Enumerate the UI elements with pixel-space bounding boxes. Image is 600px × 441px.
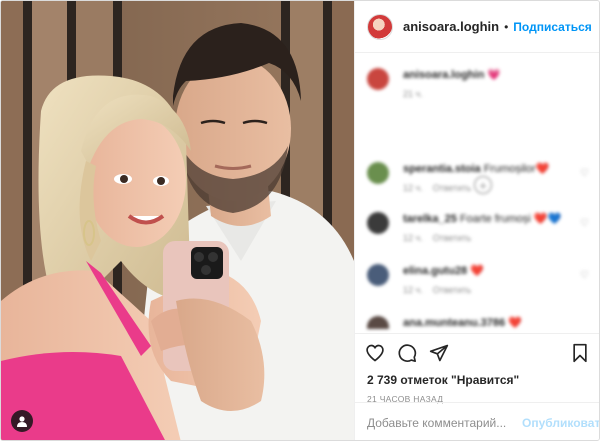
comment-like-icon[interactable]: ♡: [580, 168, 589, 179]
avatar[interactable]: [367, 162, 389, 184]
comment-emoji: ❤️💙: [533, 213, 562, 225]
author-username[interactable]: anisoara.loghin: [403, 19, 499, 34]
comment-username[interactable]: sperantia.stoia: [403, 163, 481, 175]
avatar[interactable]: [367, 68, 389, 90]
comment-text: Frumoșilor: [483, 163, 536, 175]
tagged-people-icon[interactable]: [11, 410, 33, 432]
comment-emoji: ❤️: [535, 163, 550, 175]
comment-time: 12 ч.: [403, 183, 423, 193]
avatar[interactable]: [367, 316, 389, 329]
comments-list[interactable]: anisoara.loghin 💗 21 ч. + sperantia.stoi…: [355, 54, 599, 329]
comment-input[interactable]: [367, 415, 522, 430]
comment-item: tarelka_25 Foarte frumoși ❤️💙 12 ч. Отве…: [367, 212, 589, 243]
comment-like-icon[interactable]: ♡: [580, 218, 589, 229]
paper-plane-icon[interactable]: [429, 340, 455, 366]
comment-time: 12 ч.: [403, 285, 423, 295]
avatar[interactable]: [367, 264, 389, 286]
reply-button[interactable]: Ответить: [433, 233, 471, 243]
bookmark-icon[interactable]: [563, 340, 589, 366]
reply-button[interactable]: Ответить: [433, 183, 471, 193]
likes-count[interactable]: 2 739 отметок "Нравится": [365, 373, 589, 387]
post-photo[interactable]: [1, 1, 354, 440]
comment-username[interactable]: tarelka_25: [403, 213, 457, 225]
comment-time: 21 ч.: [403, 89, 423, 99]
follow-button[interactable]: Подписаться: [513, 20, 591, 34]
comment-icon[interactable]: [397, 340, 423, 366]
post-side-panel: anisoara.loghin • Подписаться anisoara.l…: [354, 1, 599, 440]
add-comment-form: Опубликовать: [355, 402, 599, 440]
comment-username[interactable]: anisoara.loghin: [403, 69, 484, 81]
comment-time: 12 ч.: [403, 233, 423, 243]
instagram-post: anisoara.loghin • Подписаться anisoara.l…: [0, 0, 600, 441]
avatar[interactable]: [367, 212, 389, 234]
separator-dot: •: [504, 19, 509, 34]
comment-emoji: 💗: [487, 69, 502, 81]
publish-button[interactable]: Опубликовать: [522, 416, 599, 430]
comment-emoji: ❤️: [508, 317, 522, 329]
post-header: anisoara.loghin • Подписаться: [355, 1, 599, 53]
couple-selfie-image: [1, 1, 354, 440]
comment-emoji: ❤️: [470, 265, 484, 277]
comment-item: ana.munteanu.3786 ❤️: [367, 316, 589, 329]
person-icon: [17, 416, 27, 427]
comment-like-icon[interactable]: ♡: [580, 270, 589, 281]
comment-item: elina.gutu28 ❤️ 12 ч. Ответить ♡: [367, 264, 589, 295]
heart-icon[interactable]: [365, 340, 391, 366]
caption-item: anisoara.loghin 💗 21 ч.: [367, 68, 589, 99]
comment-item: sperantia.stoia Frumoșilor❤️ 12 ч. Ответ…: [367, 162, 589, 193]
reply-button[interactable]: Ответить: [433, 285, 471, 295]
profile-avatar[interactable]: [367, 13, 393, 40]
comment-username[interactable]: elina.gutu28: [403, 265, 467, 277]
post-actions: 2 739 отметок "Нравится" 21 ЧАСОВ НАЗАД: [355, 333, 599, 404]
comment-text: Foarte frumoși: [459, 213, 531, 225]
comment-username[interactable]: ana.munteanu.3786: [403, 317, 505, 329]
